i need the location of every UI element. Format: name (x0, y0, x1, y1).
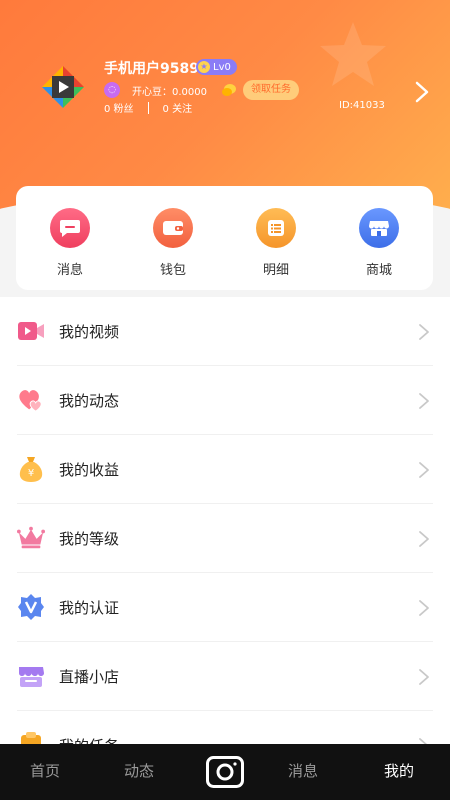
chevron-right-icon (419, 462, 429, 478)
quick-action-label: 商城 (365, 263, 392, 278)
star-decoration-icon (320, 22, 386, 86)
quick-actions-card: 消息 钱包 明细 商城 (16, 186, 433, 290)
tab-feed[interactable]: 动态 (124, 760, 154, 781)
menu-label: 我的等级 (59, 529, 120, 548)
camera-record-button[interactable] (206, 756, 244, 788)
quick-action-label: 钱包 (159, 263, 186, 278)
store-icon (359, 208, 399, 248)
chevron-right-icon (419, 669, 429, 685)
verified-badge-icon (17, 593, 45, 621)
quick-action-label: 消息 (56, 263, 83, 278)
bean-icon: ◌ (104, 82, 120, 98)
level-star-icon: ★ (198, 61, 210, 73)
crown-icon (17, 524, 45, 552)
bean-balance: 开心豆：0.0000 (132, 86, 207, 98)
menu-item-my-posts[interactable]: 我的动态 (17, 366, 433, 435)
chevron-right-icon (419, 600, 429, 616)
tab-mine[interactable]: 我的 (384, 760, 414, 781)
chevron-right-icon (419, 531, 429, 547)
quick-action-label: 明细 (262, 263, 289, 278)
message-bubble-icon (50, 208, 90, 248)
fans-count[interactable]: 0 粉丝 (104, 100, 134, 115)
video-icon (17, 317, 45, 345)
menu-label: 直播小店 (59, 667, 120, 686)
level-badge: ★ Lv0 (196, 59, 237, 75)
menu-label: 我的收益 (59, 460, 120, 479)
menu-list: 我的视频 我的动态 ¥ 我的收益 我的等级 我的认证 直播小店 我的任务 (0, 297, 450, 747)
chevron-right-icon[interactable] (414, 80, 430, 104)
username: 手机用户9589 (104, 61, 199, 77)
menu-label: 我的视频 (59, 322, 120, 341)
chevron-right-icon (419, 324, 429, 340)
quick-action-messages[interactable]: 消息 (40, 208, 100, 290)
tab-messages[interactable]: 消息 (288, 760, 318, 781)
stats-row: 0 粉丝 0 关注 (104, 100, 192, 115)
menu-item-my-verification[interactable]: 我的认证 (17, 573, 433, 642)
menu-item-my-videos[interactable]: 我的视频 (17, 297, 433, 366)
stats-divider (147, 101, 149, 114)
svg-text:¥: ¥ (28, 468, 34, 479)
shop-icon (17, 662, 45, 690)
menu-item-my-earnings[interactable]: ¥ 我的收益 (17, 435, 433, 504)
quick-action-wallet[interactable]: 钱包 (143, 208, 203, 290)
quick-action-details[interactable]: 明细 (246, 208, 306, 290)
bottom-tab-bar: 首页 动态 消息 我的 (0, 744, 450, 800)
follow-count[interactable]: 0 关注 (163, 100, 193, 115)
user-id: ID:41033 (339, 100, 385, 111)
chevron-right-icon (419, 393, 429, 409)
menu-item-my-tasks[interactable]: 我的任务 (17, 711, 433, 747)
list-details-icon (256, 208, 296, 248)
menu-item-my-level[interactable]: 我的等级 (17, 504, 433, 573)
avatar[interactable] (42, 66, 84, 108)
menu-label: 我的认证 (59, 598, 120, 617)
level-text: Lv0 (213, 61, 231, 73)
wallet-icon (153, 208, 193, 248)
hearts-icon (17, 386, 45, 414)
menu-label: 我的动态 (59, 391, 120, 410)
money-bag-icon: ¥ (17, 455, 45, 483)
menu-item-live-shop[interactable]: 直播小店 (17, 642, 433, 711)
claim-task-button[interactable]: 领取任务 (243, 80, 299, 100)
bean-balance-row: ◌ 开心豆：0.0000 (104, 81, 237, 99)
coin-icon (222, 84, 236, 96)
quick-action-mall[interactable]: 商城 (349, 208, 409, 290)
tab-home[interactable]: 首页 (30, 760, 60, 781)
